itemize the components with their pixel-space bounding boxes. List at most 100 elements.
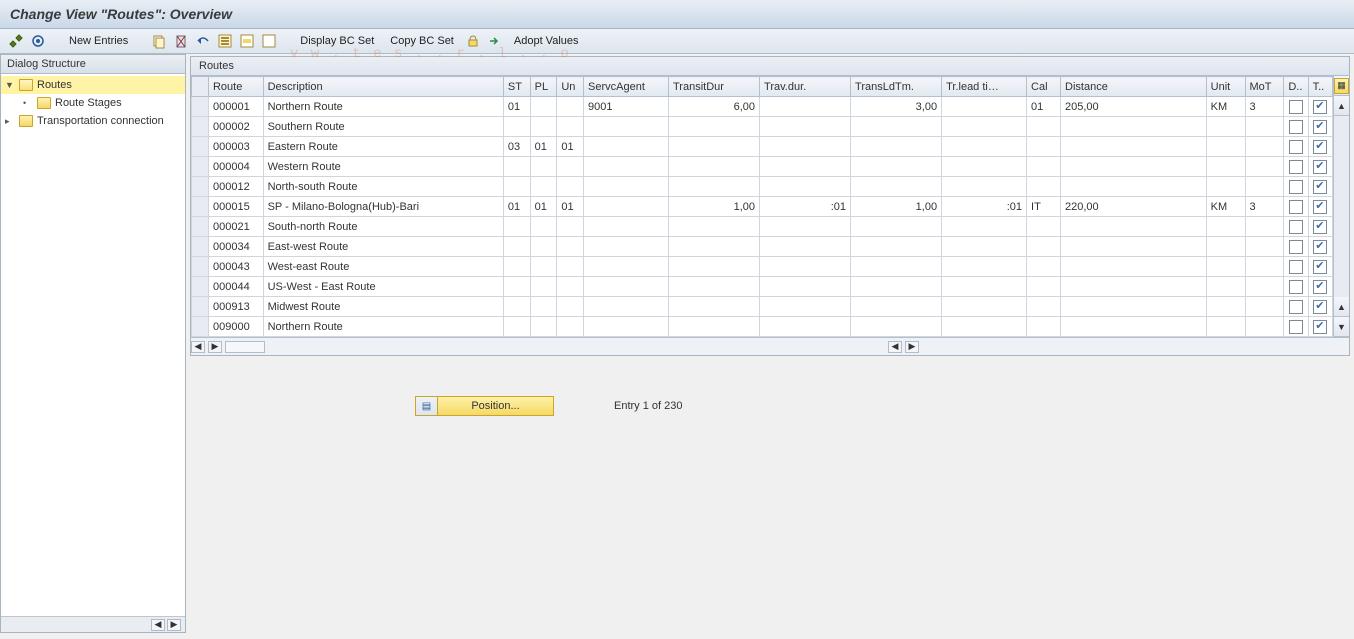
cell-t-checkbox[interactable]: [1308, 137, 1332, 157]
row-selector[interactable]: [192, 297, 209, 317]
grid-vscroll[interactable]: ▦ ▲ ▲ ▼: [1333, 76, 1349, 337]
table-row[interactable]: 009000Northern Route: [192, 317, 1333, 337]
cell-un[interactable]: [557, 157, 584, 177]
scroll-right-end-icon[interactable]: ▶: [905, 341, 919, 353]
cell-transitdur[interactable]: [668, 117, 759, 137]
cell-description[interactable]: Northern Route: [263, 97, 503, 117]
cell-travdur[interactable]: [760, 297, 851, 317]
col-unit[interactable]: Unit: [1206, 77, 1245, 97]
cell-description[interactable]: US-West - East Route: [263, 277, 503, 297]
col-transitdur[interactable]: TransitDur: [668, 77, 759, 97]
caret-down-icon[interactable]: ▼: [5, 80, 15, 90]
cell-d-checkbox[interactable]: [1284, 257, 1308, 277]
table-row[interactable]: 000002Southern Route: [192, 117, 1333, 137]
row-selector[interactable]: [192, 277, 209, 297]
cell-trleadti[interactable]: [942, 157, 1027, 177]
cell-distance[interactable]: [1061, 237, 1207, 257]
cell-distance[interactable]: [1061, 277, 1207, 297]
col-pl[interactable]: PL: [530, 77, 557, 97]
row-selector[interactable]: [192, 137, 209, 157]
row-selector[interactable]: [192, 257, 209, 277]
cell-cal[interactable]: [1027, 137, 1061, 157]
cell-d-checkbox[interactable]: [1284, 97, 1308, 117]
cell-transitdur[interactable]: [668, 257, 759, 277]
cell-d-checkbox[interactable]: [1284, 157, 1308, 177]
cell-travdur[interactable]: [760, 97, 851, 117]
col-d[interactable]: D..: [1284, 77, 1308, 97]
cell-route[interactable]: 000043: [208, 257, 263, 277]
deselect-all-icon[interactable]: [261, 33, 277, 49]
cell-distance[interactable]: [1061, 177, 1207, 197]
cell-cal[interactable]: IT: [1027, 197, 1061, 217]
cell-st[interactable]: [503, 157, 530, 177]
col-travdur[interactable]: Trav.dur.: [760, 77, 851, 97]
cell-servcagent[interactable]: 9001: [584, 97, 669, 117]
cell-distance[interactable]: [1061, 297, 1207, 317]
select-all-header[interactable]: [192, 77, 209, 97]
cell-pl[interactable]: 01: [530, 137, 557, 157]
cell-distance[interactable]: [1061, 137, 1207, 157]
cell-pl[interactable]: [530, 117, 557, 137]
cell-t-checkbox[interactable]: [1308, 157, 1332, 177]
row-selector[interactable]: [192, 317, 209, 337]
cell-trleadti[interactable]: [942, 277, 1027, 297]
cell-transldtm[interactable]: [851, 177, 942, 197]
cell-transldtm[interactable]: 1,00: [851, 197, 942, 217]
cell-unit[interactable]: [1206, 237, 1245, 257]
cell-pl[interactable]: 01: [530, 197, 557, 217]
table-row[interactable]: 000004Western Route: [192, 157, 1333, 177]
col-route[interactable]: Route: [208, 77, 263, 97]
col-distance[interactable]: Distance: [1061, 77, 1207, 97]
cell-transldtm[interactable]: [851, 157, 942, 177]
cell-cal[interactable]: [1027, 177, 1061, 197]
cell-travdur[interactable]: [760, 237, 851, 257]
cell-pl[interactable]: [530, 277, 557, 297]
cell-transitdur[interactable]: [668, 237, 759, 257]
cell-st[interactable]: 01: [503, 97, 530, 117]
cell-cal[interactable]: [1027, 257, 1061, 277]
select-block-icon[interactable]: [239, 33, 255, 49]
cell-un[interactable]: [557, 237, 584, 257]
cell-d-checkbox[interactable]: [1284, 217, 1308, 237]
cell-un[interactable]: [557, 257, 584, 277]
cell-trleadti[interactable]: [942, 297, 1027, 317]
other-view-icon[interactable]: [30, 33, 46, 49]
cell-travdur[interactable]: [760, 317, 851, 337]
copy-icon[interactable]: [151, 33, 167, 49]
cell-pl[interactable]: [530, 177, 557, 197]
cell-t-checkbox[interactable]: [1308, 117, 1332, 137]
cell-description[interactable]: Midwest Route: [263, 297, 503, 317]
cell-route[interactable]: 000021: [208, 217, 263, 237]
table-row[interactable]: 000913Midwest Route: [192, 297, 1333, 317]
cell-transldtm[interactable]: [851, 237, 942, 257]
cell-st[interactable]: 03: [503, 137, 530, 157]
cell-description[interactable]: Southern Route: [263, 117, 503, 137]
cell-transldtm[interactable]: 3,00: [851, 97, 942, 117]
cell-un[interactable]: [557, 177, 584, 197]
cell-st[interactable]: [503, 177, 530, 197]
cell-servcagent[interactable]: [584, 197, 669, 217]
cell-distance[interactable]: [1061, 217, 1207, 237]
cell-trleadti[interactable]: [942, 257, 1027, 277]
cell-transitdur[interactable]: [668, 317, 759, 337]
cell-pl[interactable]: [530, 97, 557, 117]
table-row[interactable]: 000015SP - Milano-Bologna(Hub)-Bari01010…: [192, 197, 1333, 217]
cell-cal[interactable]: [1027, 237, 1061, 257]
cell-mot[interactable]: [1245, 297, 1284, 317]
table-row[interactable]: 000044US-West - East Route: [192, 277, 1333, 297]
cell-servcagent[interactable]: [584, 157, 669, 177]
cell-un[interactable]: [557, 277, 584, 297]
scroll-left-end-icon[interactable]: ◀: [888, 341, 902, 353]
cell-description[interactable]: East-west Route: [263, 237, 503, 257]
row-selector[interactable]: [192, 217, 209, 237]
cell-travdur[interactable]: [760, 217, 851, 237]
cell-t-checkbox[interactable]: [1308, 277, 1332, 297]
cell-st[interactable]: [503, 317, 530, 337]
cell-t-checkbox[interactable]: [1308, 237, 1332, 257]
cell-st[interactable]: 01: [503, 197, 530, 217]
cell-transitdur[interactable]: [668, 277, 759, 297]
cell-travdur[interactable]: [760, 277, 851, 297]
cell-cal[interactable]: 01: [1027, 97, 1061, 117]
cell-mot[interactable]: [1245, 157, 1284, 177]
cell-d-checkbox[interactable]: [1284, 177, 1308, 197]
